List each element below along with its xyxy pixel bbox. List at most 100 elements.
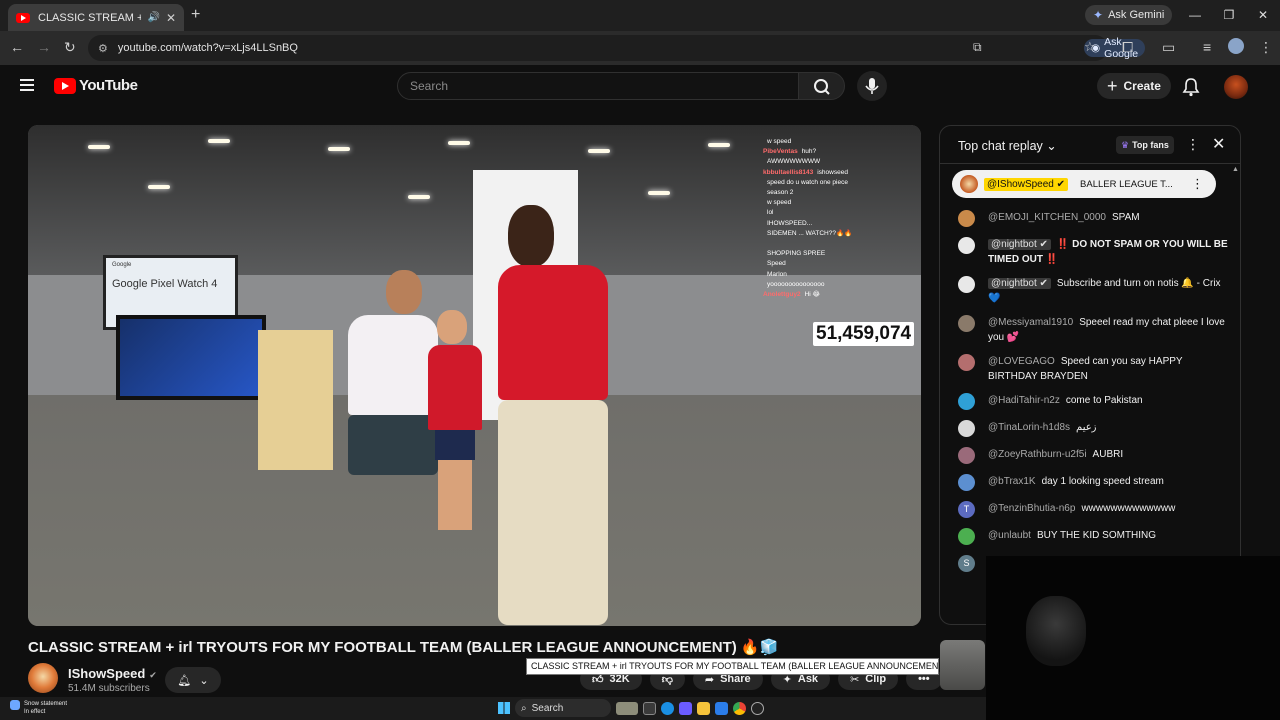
chevron-down-icon: ⌄ — [1046, 139, 1057, 153]
edge-icon[interactable] — [661, 701, 674, 715]
minimize-button[interactable]: — — [1178, 0, 1212, 31]
cast-icon[interactable]: ▭ — [1162, 39, 1175, 56]
address-bar[interactable]: ⚙ youtube.com/watch?v=xLjs4LLSnBQ ⧉ ◉ As… — [88, 35, 1146, 61]
chat-message[interactable]: @bTrax1K day 1 looking speed stream — [956, 474, 1228, 492]
file-explorer-icon[interactable] — [697, 701, 710, 715]
chrome-icon[interactable] — [733, 701, 746, 715]
overlay-chat-author: Anolettguy2 — [763, 291, 801, 299]
overlay-chat-text: SHOPPING SPREE — [767, 250, 826, 258]
widgets-icon[interactable] — [616, 701, 638, 715]
subscriber-count: 51.4M subscribers — [68, 683, 150, 694]
person-crouching — [328, 270, 438, 475]
chat-message[interactable]: @EMOJI_KITCHEN_0000 SPAM — [956, 210, 1228, 228]
restore-button[interactable]: ❐ — [1212, 0, 1246, 31]
browser-tab-strip: CLASSIC STREAM + irl TRYO 🔊 ✕ + ✦ Ask Ge… — [0, 0, 1280, 31]
chat-message[interactable]: @TinaLorin-h1d8s زعيم — [956, 420, 1228, 438]
install-app-icon[interactable]: ⧉ — [973, 40, 982, 55]
new-tab-button[interactable]: + — [191, 6, 200, 24]
chat-author-name[interactable]: @nightbot ✔ — [988, 239, 1051, 250]
scroll-up-arrow-icon[interactable]: ▲ — [1232, 166, 1239, 173]
channel-name[interactable]: IShowSpeed ✔ — [68, 666, 157, 681]
chat-message[interactable]: @unlaubt BUY THE KID SOMTHING — [956, 528, 1228, 546]
weather-subtitle: In effect — [24, 709, 46, 715]
chat-options-icon[interactable]: ⋮ — [1186, 136, 1200, 153]
ceiling-light — [648, 191, 670, 195]
chat-author-name[interactable]: @TinaLorin-h1d8s — [988, 422, 1070, 433]
store-icon[interactable] — [715, 701, 728, 715]
chat-message-text: SPAM — [1111, 212, 1140, 223]
reload-icon[interactable]: ↻ — [64, 39, 76, 56]
settings-gear-icon[interactable] — [751, 701, 764, 715]
chat-message[interactable]: T @TenzinBhutia-n6p wwwwwwwwwwwww — [956, 501, 1228, 519]
account-avatar[interactable] — [1224, 75, 1248, 99]
pinned-message[interactable]: @IShowSpeed ✔ BALLER LEAGUE T... ⋮ — [952, 170, 1216, 198]
profile-avatar-icon[interactable] — [1228, 38, 1244, 54]
chat-author-name[interactable]: @bTrax1K — [988, 476, 1036, 487]
chat-message[interactable]: @ZoeyRathburn-u2f5i AUBRI — [956, 447, 1228, 465]
chevron-down-icon: ⌄ — [199, 674, 209, 687]
weather-title: Snow statement — [24, 701, 68, 707]
taskbar-search[interactable]: ⌕ Search — [515, 699, 611, 717]
url-text[interactable]: youtube.com/watch?v=xLjs4LLSnBQ — [118, 42, 298, 54]
chat-message[interactable]: @nightbot ✔ Subscribe and turn on notis 🔔… — [956, 276, 1228, 306]
chat-author-name[interactable]: @HadiTahir-n2z — [988, 395, 1060, 406]
overlay-chat-line: kbbultaellis8143 ishowseed — [763, 168, 921, 178]
chat-author-name[interactable]: @LOVEGAGO — [988, 356, 1055, 367]
channel-name-text[interactable]: IShowSpeed — [68, 666, 145, 681]
chat-author-name[interactable]: @Messiyamal1910 — [988, 317, 1073, 328]
back-arrow-icon[interactable]: ← — [10, 39, 24, 55]
copilot-icon[interactable] — [679, 701, 692, 715]
weather-widget[interactable]: Snow statement In effect — [10, 700, 67, 716]
ceiling-light — [588, 149, 610, 153]
ceiling-light — [708, 143, 730, 147]
overlay-chat-line: season 2 — [763, 188, 921, 198]
tab-audio-icon[interactable]: 🔊 — [147, 12, 159, 23]
task-view-icon[interactable] — [643, 701, 656, 715]
bell-icon — [1182, 78, 1200, 97]
chrome-menu-icon[interactable]: ⋮ — [1259, 39, 1273, 56]
chat-author-name[interactable]: @unlaubt — [988, 530, 1031, 541]
chat-message[interactable]: @HadiTahir-n2z come to Pakistan — [956, 393, 1228, 411]
top-fans-button[interactable]: ♛ Top fans — [1116, 136, 1174, 154]
chat-author-name[interactable]: @ZoeyRathburn-u2f5i — [988, 449, 1087, 460]
bookmark-star-icon[interactable]: ☆ — [1084, 39, 1096, 55]
search-button[interactable] — [798, 72, 845, 100]
site-info-icon[interactable]: ⚙ — [98, 42, 108, 55]
chat-message[interactable]: @nightbot ✔ ‼️ DO NOT SPAM OR YOU WILL BE… — [956, 237, 1228, 267]
chat-scrollbar[interactable]: ▲ — [1232, 166, 1239, 622]
close-chat-icon[interactable]: ✕ — [1212, 134, 1225, 154]
youtube-logo[interactable]: YouTube — [54, 77, 138, 94]
create-button[interactable]: + Create — [1097, 73, 1171, 99]
taskbar-apps: ⌕ Search — [498, 699, 764, 717]
extensions-icon[interactable]: ⧠ — [1122, 39, 1133, 56]
video-player[interactable]: Google Google Pixel Watch 4 w speed PibeV… — [28, 125, 921, 626]
voice-search-button[interactable] — [857, 71, 887, 101]
window-controls: — ❐ ✕ — [1178, 0, 1280, 31]
channel-avatar[interactable] — [28, 663, 58, 693]
ceiling-light — [408, 195, 430, 199]
ask-gemini-button[interactable]: ✦ Ask Gemini — [1085, 5, 1173, 25]
media-controls-icon[interactable]: ≡ — [1203, 39, 1211, 55]
browser-tab[interactable]: CLASSIC STREAM + irl TRYO 🔊 ✕ — [8, 4, 184, 31]
chat-message-list: @EMOJI_KITCHEN_0000 SPAM @nightbot ✔ ‼️ DO … — [956, 210, 1228, 582]
chat-author-name[interactable]: @EMOJI_KITCHEN_0000 — [988, 212, 1106, 223]
gemini-sparkle-icon: ✦ — [1093, 8, 1104, 22]
chat-author-avatar — [958, 420, 975, 437]
chat-mode-label[interactable]: Top chat replay — [958, 139, 1043, 153]
chat-mode-dropdown[interactable]: Top chat replay ⌄ — [958, 138, 1057, 153]
subscription-bell-button[interactable]: 🔔︎ ⌄ — [165, 667, 221, 693]
tab-close-icon[interactable]: ✕ — [166, 11, 176, 25]
recommended-video-thumbnail[interactable] — [940, 640, 985, 690]
pinned-options-icon[interactable]: ⋮ — [1191, 176, 1204, 192]
search-input[interactable]: Search — [397, 72, 799, 100]
chat-message[interactable]: @Messiyamal1910 Speeel read my chat pleee… — [956, 315, 1228, 345]
guide-menu-icon[interactable] — [20, 79, 34, 91]
chat-message[interactable]: @LOVEGAGO Speed can you say HAPPY BIRTHDA… — [956, 354, 1228, 384]
overlay-chat-text: SIDEMEN ... WATCH??🔥🔥 — [767, 229, 853, 237]
chat-author-name[interactable]: @nightbot ✔ — [988, 278, 1051, 289]
windows-start-icon[interactable] — [498, 702, 510, 714]
chat-author-name[interactable]: @TenzinBhutia-n6p — [988, 503, 1075, 514]
notifications-button[interactable] — [1181, 77, 1201, 102]
close-window-button[interactable]: ✕ — [1246, 0, 1280, 31]
forward-arrow-icon[interactable]: → — [37, 39, 51, 55]
